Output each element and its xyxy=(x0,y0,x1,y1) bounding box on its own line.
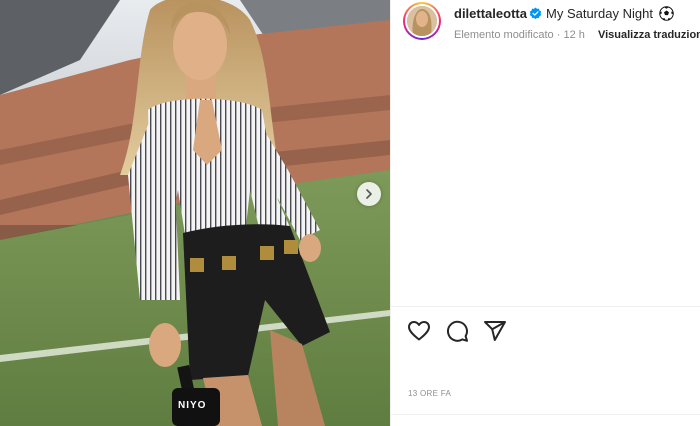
post-caption: My Saturday Night xyxy=(546,6,653,21)
chevron-right-icon xyxy=(366,189,372,199)
post-header: dilettaleotta My Saturday Night Elemento… xyxy=(401,0,700,48)
edited-label: Elemento modificato xyxy=(454,29,554,41)
microphone-flag-label: NIYO xyxy=(178,400,207,411)
paper-plane-icon[interactable] xyxy=(483,319,507,343)
comment-icon[interactable] xyxy=(445,319,469,343)
post-side-panel: dilettaleotta My Saturday Night Elemento… xyxy=(390,0,700,426)
avatar-photo xyxy=(407,6,437,36)
instagram-post: NIYO dilettaleotta My Saturday Night Ele… xyxy=(0,0,700,426)
story-ring[interactable] xyxy=(403,2,441,40)
avatar xyxy=(407,6,437,36)
post-meta: Elemento modificato · 12 h Visualizza tr… xyxy=(454,29,700,41)
soccer-ball-icon xyxy=(659,6,674,21)
next-slide-button[interactable] xyxy=(357,182,381,206)
divider xyxy=(391,306,700,307)
verified-badge-icon xyxy=(529,7,542,20)
heart-icon[interactable] xyxy=(407,319,431,343)
post-photo xyxy=(0,0,390,426)
username-link[interactable]: dilettaleotta xyxy=(454,6,527,21)
see-translation-link[interactable]: Visualizza traduzione xyxy=(598,29,700,41)
post-actions xyxy=(407,319,507,343)
time-ago: 12 h xyxy=(563,29,585,41)
divider xyxy=(391,414,700,415)
post-media[interactable]: NIYO xyxy=(0,0,390,426)
post-timestamp[interactable]: 13 ORE FA xyxy=(408,389,451,398)
